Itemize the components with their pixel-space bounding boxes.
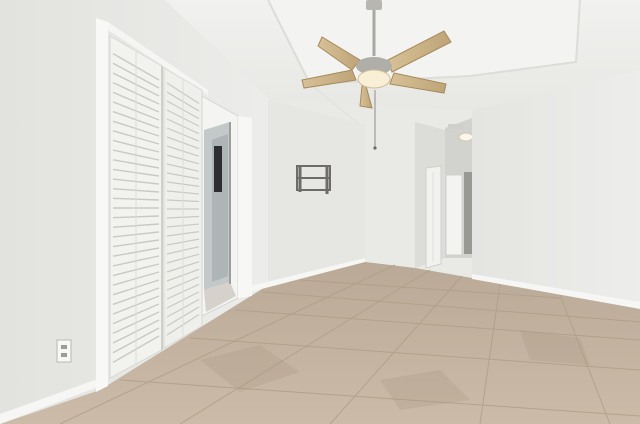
back-wall (268, 100, 415, 284)
hallway (415, 118, 474, 269)
room-photo (0, 0, 640, 424)
glass-door-icon[interactable] (201, 95, 252, 317)
outlet-icon (56, 339, 72, 363)
louvered-door-icon[interactable] (109, 35, 203, 379)
right-wall (472, 70, 640, 308)
hallway-door[interactable] (425, 165, 442, 269)
air-vent (448, 124, 464, 129)
light-icon (458, 132, 474, 142)
hallway-closet-door[interactable] (445, 174, 463, 256)
